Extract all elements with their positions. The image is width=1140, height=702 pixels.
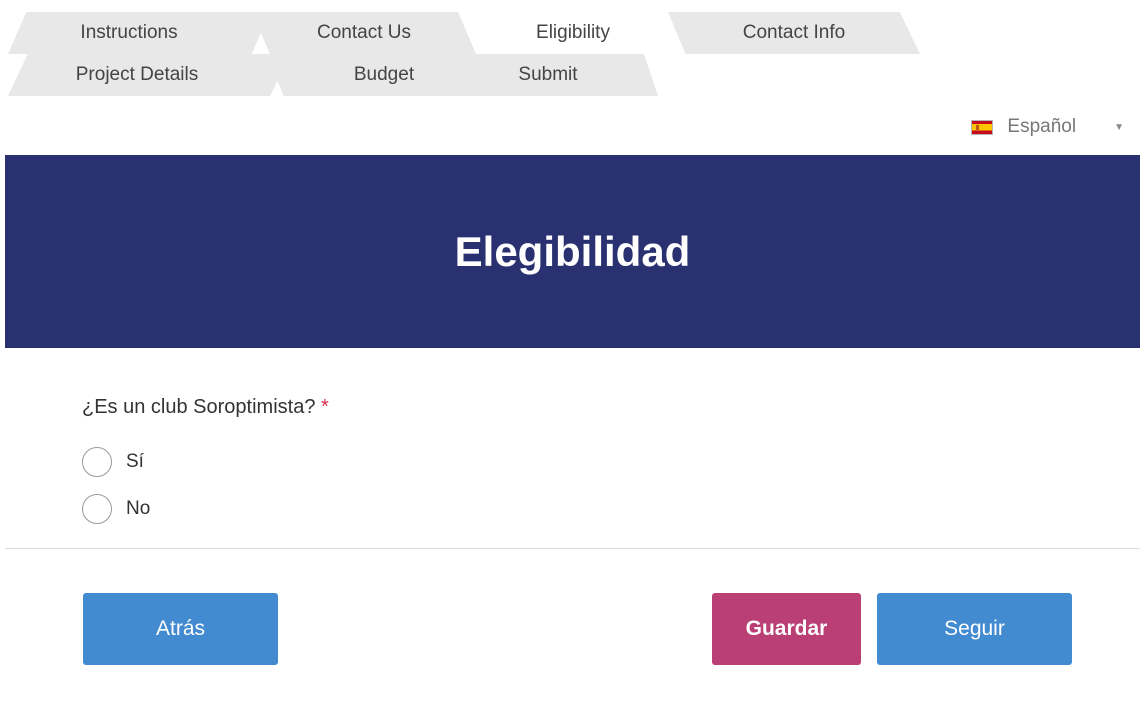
back-button[interactable]: Atrás	[83, 593, 278, 665]
tab-eligibility[interactable]: Eligibility	[458, 12, 688, 54]
save-button[interactable]: Guardar	[712, 593, 861, 665]
divider	[5, 548, 1140, 549]
tab-label: Contact Info	[742, 22, 846, 43]
question-label: ¿Es un club Soroptimista? *	[82, 396, 329, 419]
tab-label: Project Details	[75, 64, 199, 85]
tab-contact-us[interactable]: Contact Us	[252, 12, 476, 54]
tab-submit[interactable]: Submit	[458, 54, 658, 96]
radio-option-yes[interactable]: Sí	[82, 447, 144, 477]
tab-label: Instructions	[80, 22, 178, 43]
question-text: ¿Es un club Soroptimista?	[82, 396, 316, 418]
step-tabs: Instructions Contact Us Eligibility Cont…	[0, 0, 1140, 100]
page-title: Elegibilidad	[454, 227, 691, 275]
next-button[interactable]: Seguir	[877, 593, 1072, 665]
language-selector[interactable]: Español ▼	[971, 114, 1124, 140]
language-label: Español	[1007, 116, 1077, 137]
radio-label-no: No	[126, 498, 151, 519]
tab-label: Submit	[518, 64, 578, 85]
tab-contact-info[interactable]: Contact Info	[668, 12, 920, 54]
radio-label-yes: Sí	[126, 451, 144, 472]
chevron-down-icon: ▼	[1114, 121, 1124, 133]
required-marker: *	[321, 396, 329, 418]
radio-option-no[interactable]: No	[82, 494, 150, 524]
tab-label: Contact Us	[317, 22, 411, 43]
page-banner: Elegibilidad	[5, 155, 1140, 348]
tab-project-details[interactable]: Project Details	[8, 54, 290, 96]
radio-button-yes[interactable]	[82, 447, 112, 477]
tab-instructions[interactable]: Instructions	[8, 12, 270, 54]
tab-label: Eligibility	[536, 22, 610, 43]
tab-label: Budget	[353, 64, 415, 85]
tab-budget[interactable]: Budget	[266, 54, 490, 96]
radio-button-no[interactable]	[82, 494, 112, 524]
spain-flag-icon	[971, 119, 994, 135]
